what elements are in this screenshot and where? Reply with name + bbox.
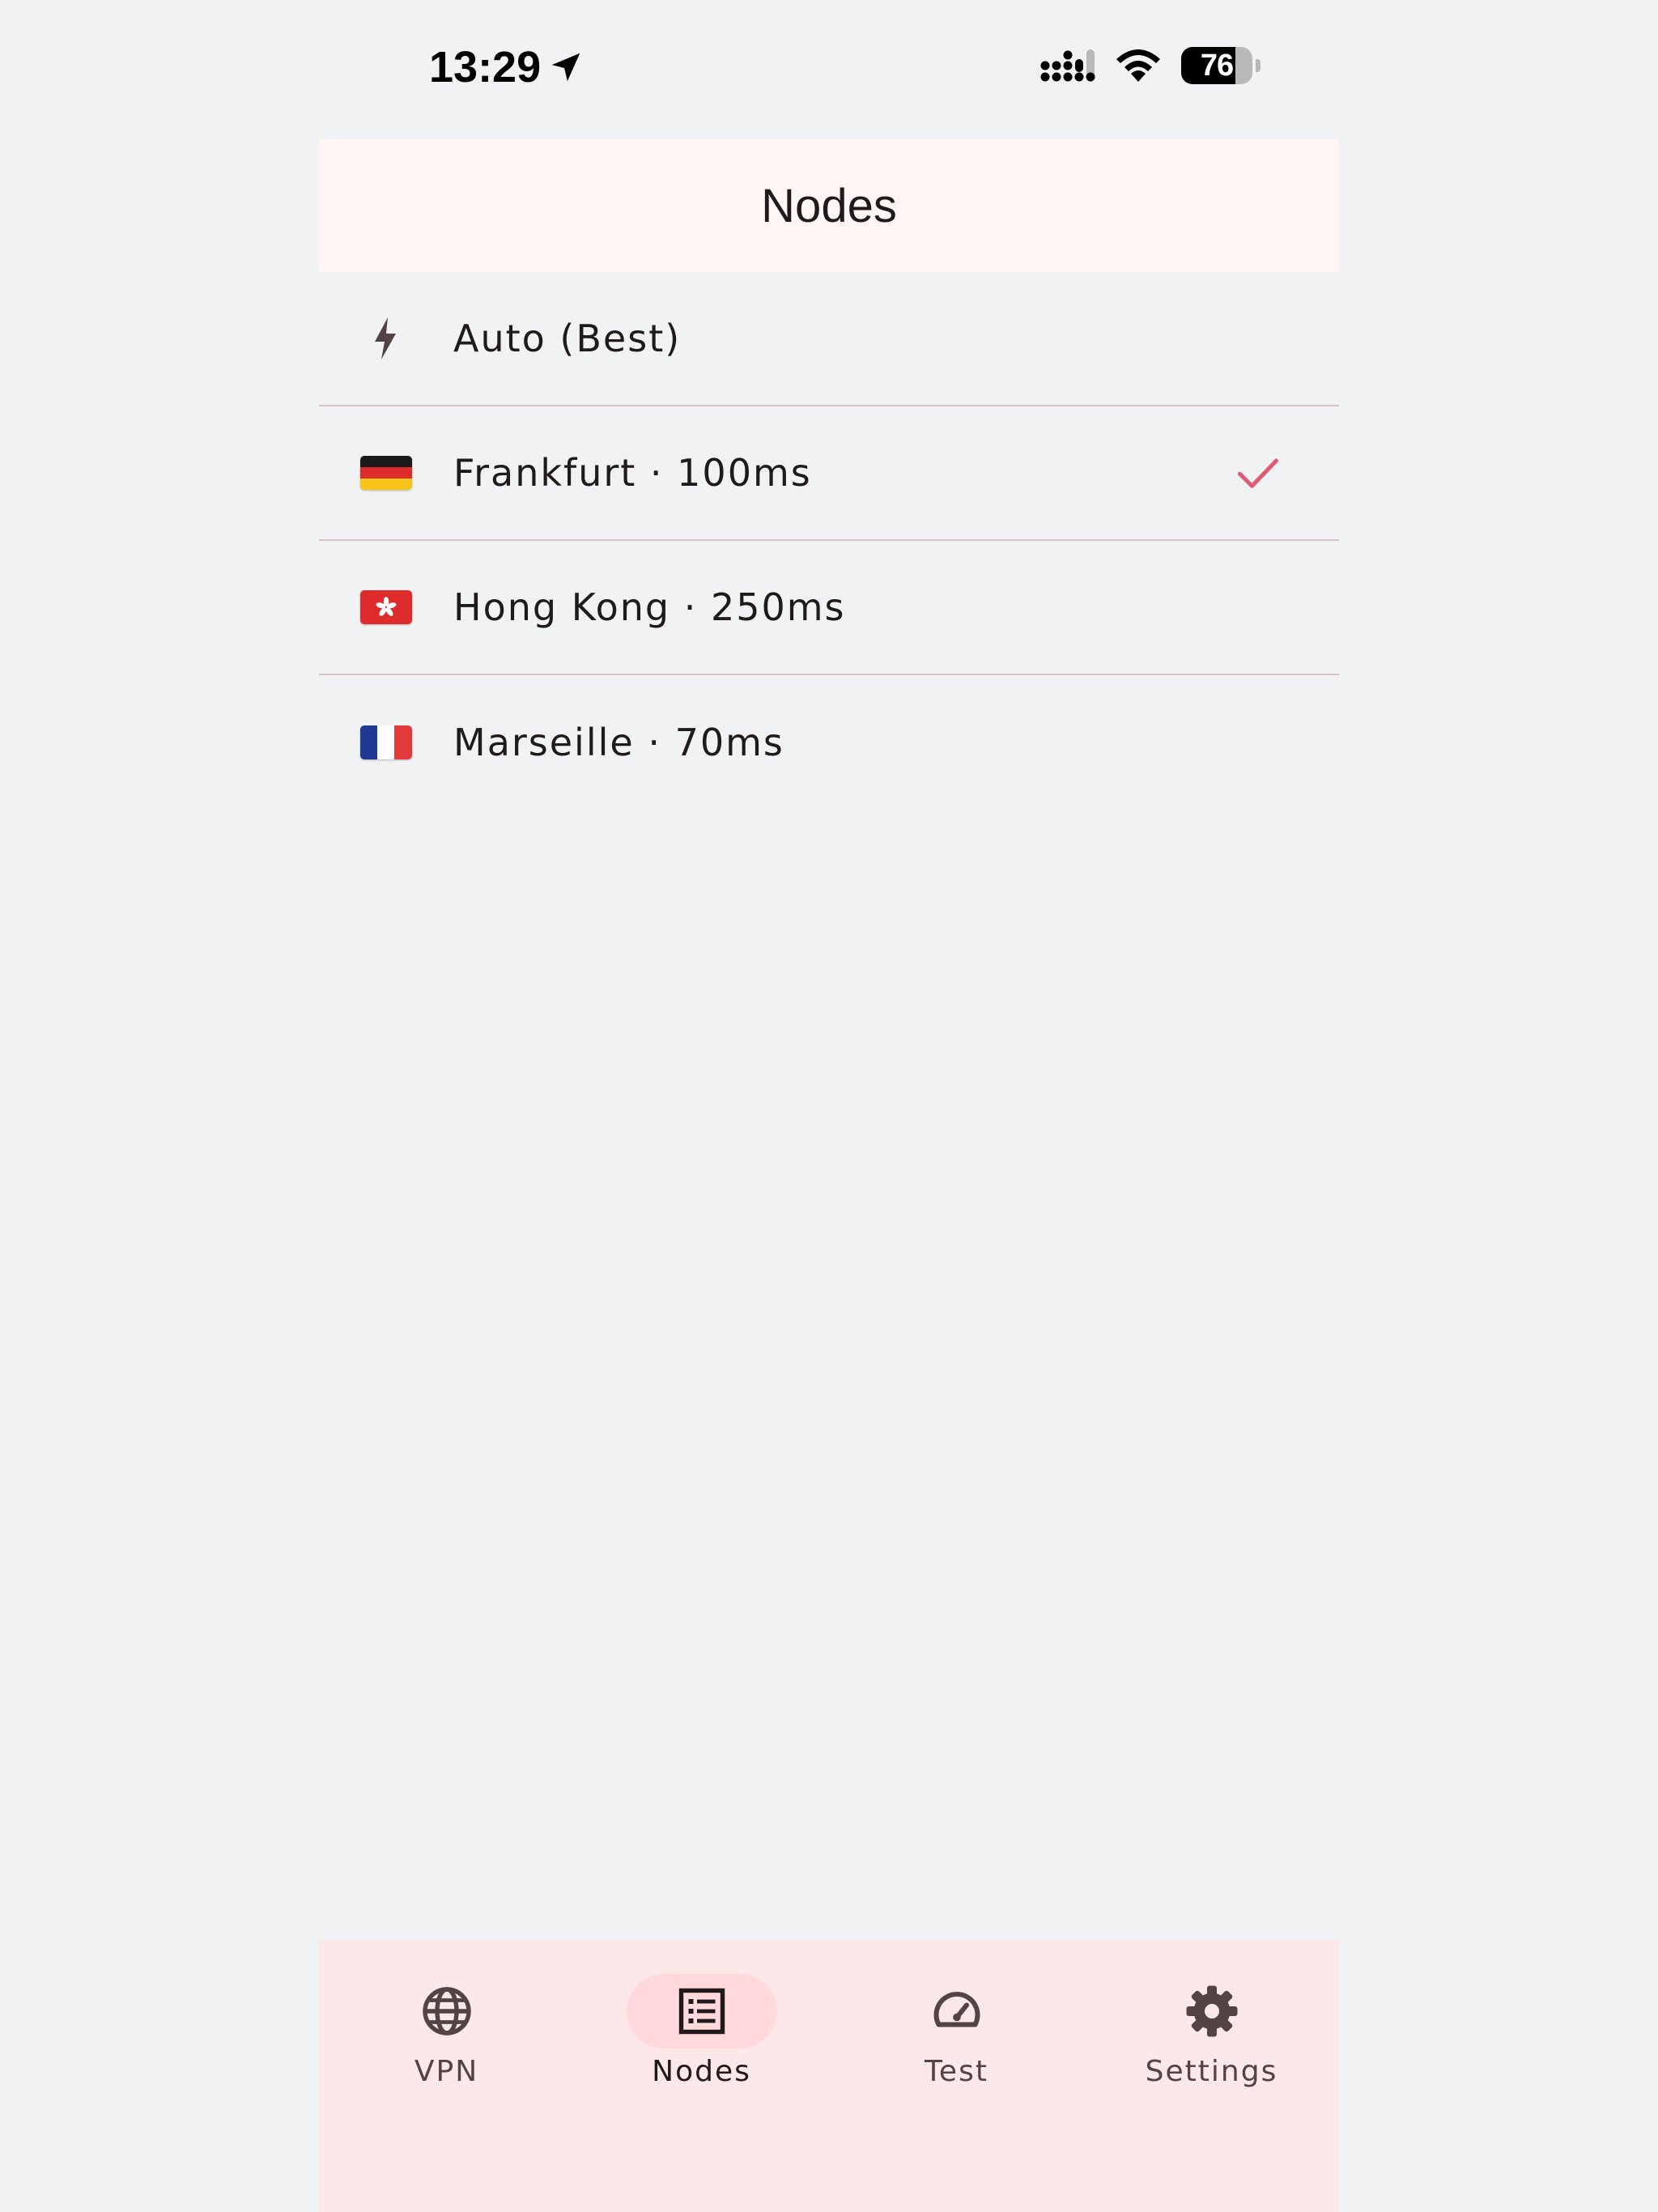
battery-level: 76 — [1200, 48, 1234, 83]
node-item-hong-kong[interactable]: Hong Kong · 250ms — [319, 541, 1339, 675]
bolt-icon — [375, 317, 396, 359]
nav-indicator — [626, 1974, 777, 2048]
status-bar: 13:29 76 — [0, 0, 1658, 138]
status-time: 13:29 — [429, 42, 585, 92]
nav-item-test[interactable]: Test — [829, 1940, 1084, 2212]
speedometer-icon — [933, 1992, 980, 2027]
node-label: Hong Kong · 250ms — [453, 585, 846, 629]
nav-indicator — [372, 1974, 522, 2048]
node-item-marseille[interactable]: Marseille · 70ms — [319, 675, 1339, 810]
node-lead — [319, 314, 453, 363]
hong-kong-flag-icon — [360, 590, 412, 624]
nav-label: Test — [925, 2055, 988, 2088]
node-lead — [319, 456, 453, 490]
app: Nodes Auto (Best) Frankfurt · 100ms Hong… — [319, 139, 1339, 2212]
nav-item-vpn[interactable]: VPN — [319, 1940, 574, 2212]
germany-flag-icon — [360, 456, 412, 490]
nav-indicator — [882, 1974, 1032, 2048]
check-icon — [1238, 458, 1278, 488]
location-arrow-icon — [551, 53, 580, 82]
page-title: Nodes — [761, 179, 897, 232]
battery-tip — [1256, 59, 1261, 72]
france-flag-icon — [360, 725, 412, 759]
nav-item-settings[interactable]: Settings — [1084, 1940, 1339, 2212]
node-item-frankfurt[interactable]: Frankfurt · 100ms — [319, 406, 1339, 541]
node-lead — [319, 725, 453, 759]
node-lead — [319, 590, 453, 624]
globe-icon — [422, 1987, 471, 2035]
node-list: Auto (Best) Frankfurt · 100ms Hong Kong … — [319, 272, 1339, 810]
gear-icon — [1186, 1985, 1237, 2037]
nav-label: Settings — [1145, 2055, 1278, 2088]
nav-label: VPN — [414, 2055, 479, 2088]
status-time-text: 13:29 — [429, 43, 542, 91]
nav-indicator — [1137, 1974, 1287, 2048]
battery-icon: 76 — [1181, 47, 1252, 84]
nav-item-nodes[interactable]: Nodes — [574, 1940, 829, 2212]
status-indicators: 76 — [1040, 47, 1261, 84]
node-item-auto[interactable]: Auto (Best) — [319, 272, 1339, 406]
wifi-icon — [1116, 49, 1160, 82]
node-label: Marseille · 70ms — [453, 721, 784, 764]
node-label: Frankfurt · 100ms — [453, 451, 812, 495]
app-bar: Nodes — [319, 139, 1339, 272]
bottom-navigation: VPN Nodes Test Settings — [319, 1940, 1339, 2212]
list-icon — [678, 1988, 725, 2035]
cellular-signal-icon — [1040, 49, 1095, 82]
node-label: Auto (Best) — [453, 317, 682, 360]
nav-label: Nodes — [652, 2055, 751, 2088]
